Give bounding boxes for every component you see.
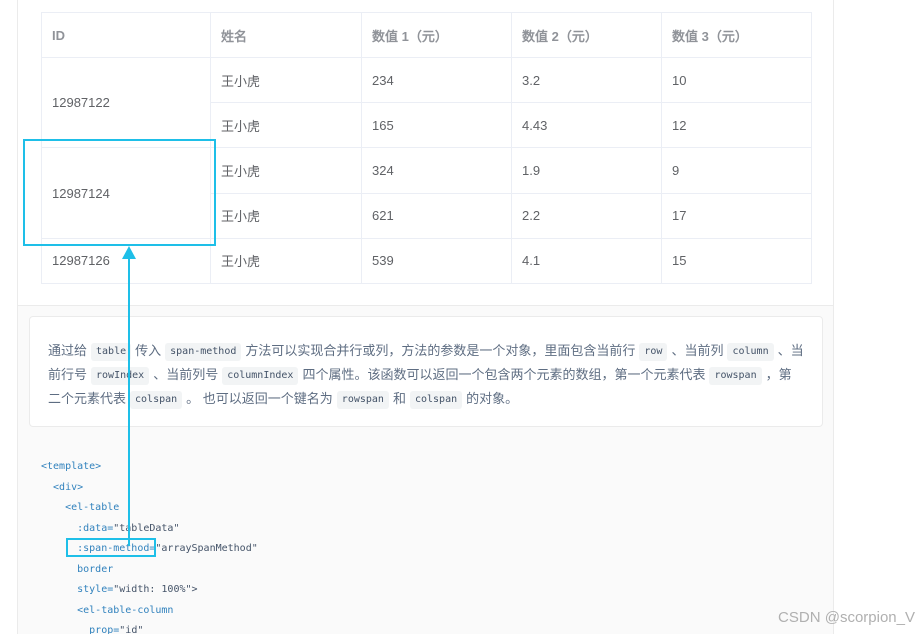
code-line: prop=: [41, 625, 120, 634]
table-cell: 17: [661, 192, 812, 239]
code-line: <div>: [41, 481, 84, 493]
table-header-row: ID 姓名 数值 1（元） 数值 2（元） 数值 3（元）: [41, 12, 812, 58]
inline-code: colspan: [409, 391, 463, 409]
table-cell: 621: [361, 192, 512, 239]
code-string: "id": [119, 625, 144, 634]
table-row: 12987122 王小虎 234 3.2 10: [41, 56, 812, 149]
inline-code: rowspan: [709, 367, 762, 385]
code-block: <template> <div> <el-table :data="tableD…: [41, 457, 821, 634]
table-cell: 539: [361, 237, 512, 285]
table-cell: 10: [661, 56, 812, 104]
tip-text: 、当前列: [671, 343, 724, 358]
table-cell: 王小虎: [210, 102, 362, 149]
annotation-arrow-head-icon: [122, 246, 136, 259]
merged-id-cell: 12987122: [41, 56, 211, 149]
inline-code: rowspan: [336, 391, 389, 409]
code-string: "arraySpanMethod": [155, 543, 258, 554]
table-cell: 王小虎: [210, 147, 362, 194]
column-header-amount3[interactable]: 数值 3（元）: [661, 12, 812, 58]
tip-text: 和: [392, 391, 406, 406]
code-string: "width: 100%">: [113, 584, 198, 595]
table-cell: 1.9: [511, 147, 662, 194]
inline-code: columnIndex: [222, 367, 299, 385]
inline-code: colspan: [130, 391, 183, 409]
tip-text: 的对象。: [466, 391, 519, 406]
tip-text: 。 也可以返回一个键名为: [186, 391, 333, 406]
span-method-highlight-box: [66, 538, 156, 557]
table-cell: 4.1: [511, 237, 662, 285]
table-cell: 王小虎: [210, 237, 362, 285]
table-cell: 4.43: [511, 102, 662, 149]
table-cell: 9: [661, 147, 812, 194]
table-cell: 王小虎: [210, 192, 362, 239]
inline-code: column: [727, 343, 774, 361]
code-line: :data=: [41, 522, 114, 534]
table-cell: 12: [661, 102, 812, 149]
table-cell: 324: [361, 147, 512, 194]
tip-text: 传入: [135, 343, 162, 358]
code-string: "tableData": [113, 522, 180, 534]
merged-cell-highlight-box: [23, 139, 216, 246]
inline-code: table: [91, 343, 132, 361]
column-header-amount2[interactable]: 数值 2（元）: [511, 12, 662, 58]
table-cell: 234: [361, 56, 512, 104]
column-header-amount1[interactable]: 数值 1（元）: [361, 12, 512, 58]
table-cell: 3.2: [511, 56, 662, 104]
tip-text: 通过给: [48, 343, 88, 358]
description-tip: 通过给 table 传入 span-method 方法可以实现合并行或列，方法的参数是一…: [29, 316, 823, 427]
column-header-id[interactable]: ID: [41, 12, 211, 58]
annotation-arrow-line: [128, 258, 130, 546]
code-line: style=: [41, 584, 114, 595]
code-line: <el-table-column: [41, 604, 174, 616]
code-line: <el-table: [41, 502, 120, 513]
code-line: <template>: [41, 461, 102, 472]
tip-text: 四个属性。该函数可以返回一个包含两个元素的数组，第一个元素代表: [302, 367, 706, 382]
inline-code: row: [639, 343, 668, 361]
code-line: border: [41, 563, 114, 575]
inline-code: rowIndex: [91, 367, 150, 385]
table-cell: 2.2: [511, 192, 662, 239]
table-cell: 王小虎: [210, 56, 362, 104]
column-header-name[interactable]: 姓名: [210, 12, 362, 58]
watermark: CSDN @scorpion_V: [778, 609, 915, 626]
table-cell: 165: [361, 102, 512, 149]
table-cell: 15: [661, 237, 812, 285]
tip-text: 、当前列号: [153, 367, 219, 382]
inline-code: span-method: [165, 343, 242, 361]
tip-text: 方法可以实现合并行或列，方法的参数是一个对象，里面包含当前行: [245, 343, 636, 358]
